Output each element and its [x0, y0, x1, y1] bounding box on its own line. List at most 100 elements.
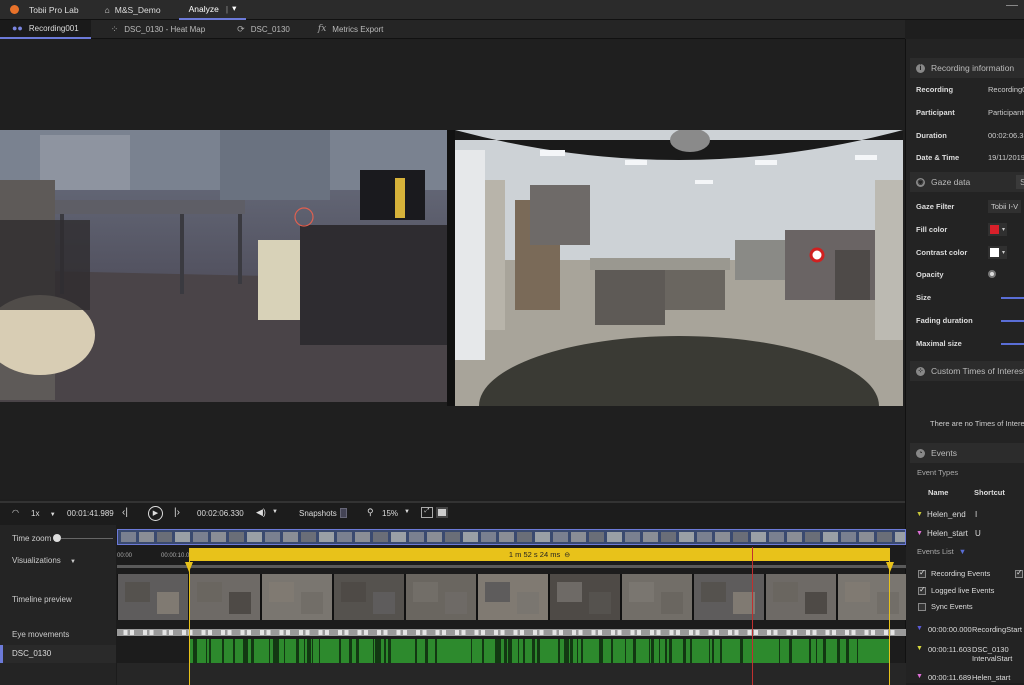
dsc0130-track-label[interactable]: DSC_0130	[0, 645, 116, 663]
eye-movement-mark	[396, 630, 401, 635]
snapshots-button[interactable]: Snapshots	[299, 509, 337, 518]
search-icon[interactable]: ⚲	[367, 507, 374, 518]
overview-thumbnail	[247, 532, 262, 542]
opacity-slider-handle[interactable]	[988, 270, 996, 278]
eye-movement-mark	[461, 630, 466, 635]
saccade-mark	[425, 639, 428, 663]
video-area	[0, 39, 905, 499]
fullscreen-icon[interactable]	[436, 507, 448, 518]
tab-metrics-export[interactable]: fx Metrics Export	[306, 20, 396, 39]
eye-movement-mark	[130, 630, 134, 635]
gaze-data-header[interactable]: ◉ Gaze data S	[910, 172, 1024, 192]
checkbox[interactable]	[918, 585, 926, 595]
preview-detail	[229, 592, 251, 614]
saccade-mark	[222, 639, 224, 663]
saccade-mark	[652, 639, 654, 663]
filter-sync-events[interactable]: Sync Events	[918, 602, 973, 611]
maximal-size-slider[interactable]	[1001, 343, 1024, 345]
saccade-mark	[339, 639, 341, 663]
saccade-mark	[633, 639, 636, 663]
setting-label: Contrast color	[916, 247, 968, 257]
filter-logged-live-events[interactable]: Logged live Events	[918, 585, 994, 595]
volume-icon[interactable]: ◀)	[256, 507, 266, 518]
visualizations-label[interactable]: Visualizations ▼	[12, 556, 76, 565]
analyze-tab[interactable]: Analyze | ▾	[178, 0, 247, 20]
event-name-block: DSC_0130 IntervalStart	[972, 645, 1012, 663]
saccade-mark	[482, 639, 484, 663]
event-type-row[interactable]: ▼ Helen_start U	[916, 526, 1024, 540]
clock-icon: ⊖	[564, 551, 571, 559]
filter-recording-events[interactable]: Recording Events	[918, 568, 990, 578]
speed-select[interactable]: 1x ▼	[31, 509, 56, 518]
eye-movement-mark	[123, 630, 128, 635]
event-type-row[interactable]: ▼ Helen_end I	[916, 507, 1024, 521]
saccade-mark	[194, 639, 197, 663]
saccade-mark	[669, 639, 672, 663]
right-panel: i Recording information Recording Record…	[905, 39, 1024, 683]
tab-dsc0130[interactable]: ⟳ DSC_0130	[225, 20, 302, 39]
tab-heatmap[interactable]: ⁘ DSC_0130 - Heat Map	[99, 20, 217, 39]
eye-movement-mark	[182, 630, 186, 635]
size-slider[interactable]	[1001, 297, 1024, 299]
label-text: Visualizations	[12, 556, 61, 565]
snapshot-icon[interactable]	[340, 508, 347, 518]
gaze-filter-select[interactable]: Tobii I-V	[988, 199, 1022, 213]
section-title: Gaze data	[931, 177, 971, 187]
eye-movement-mark	[442, 630, 446, 635]
checkbox[interactable]	[918, 568, 926, 578]
eye-movement-mark	[143, 630, 147, 635]
snapshot-panorama-image	[455, 130, 903, 406]
overview-thumbnail	[805, 532, 820, 542]
snapshot-image[interactable]	[455, 130, 903, 406]
overview-thumbnail	[823, 532, 838, 542]
chevron-down-icon[interactable]: ▼	[272, 509, 278, 515]
saccade-mark	[823, 639, 826, 663]
overview-thumbnail	[337, 532, 352, 542]
fit-icon[interactable]: ⤢	[421, 507, 433, 518]
step-forward-icon[interactable]: |›	[174, 507, 180, 518]
gaze-settings-tab[interactable]: S	[1016, 175, 1024, 189]
eye-movements-track	[117, 629, 906, 636]
saccade-mark	[269, 639, 270, 663]
step-back-icon[interactable]: ‹|	[122, 507, 128, 518]
events-header[interactable]: ◔ Events	[910, 443, 1024, 463]
saccade-mark	[558, 639, 560, 663]
opacity-row: Opacity	[916, 265, 1024, 283]
checkbox-extra[interactable]	[1015, 568, 1023, 578]
scene-camera-video[interactable]	[0, 130, 447, 402]
saccade-mark	[857, 639, 858, 663]
recording-info-header[interactable]: i Recording information	[910, 58, 1024, 78]
event-list-row[interactable]: ▼ 00:00:11.689 Helen_start	[916, 673, 1010, 682]
chevron-down-icon[interactable]: ▼	[404, 509, 410, 515]
overview-thumbnail	[607, 532, 622, 542]
fill-color-picker[interactable]: ▾	[988, 222, 1008, 236]
saccade-mark	[378, 639, 381, 663]
event-list-row[interactable]: ▼ 00:00:11.603 DSC_0130 IntervalStart	[916, 645, 1012, 663]
fading-duration-slider[interactable]	[1001, 320, 1024, 322]
contrast-color-swatch	[990, 247, 999, 257]
event-list-row[interactable]: ▼ 00:00:00.000 RecordingStart	[916, 625, 1022, 634]
filter-icon[interactable]: ▼	[959, 547, 966, 556]
times-of-interest-header[interactable]: ⁘ Custom Times of Interest	[910, 361, 1024, 381]
play-button[interactable]: ▶	[148, 506, 163, 521]
contrast-color-picker[interactable]: ▾	[988, 245, 1008, 259]
time-zoom-handle[interactable]	[53, 534, 61, 542]
tab-recording001[interactable]: ●● Recording001	[0, 19, 91, 39]
preview-detail	[773, 582, 798, 602]
eye-movement-mark	[247, 630, 251, 635]
info-value: Recording0	[988, 84, 1024, 94]
interval-bar[interactable]: 1 m 52 s 24 ms ⊖	[189, 548, 890, 561]
playhead[interactable]	[752, 547, 753, 685]
speed-icon[interactable]: ◠	[12, 508, 19, 517]
eye-movement-mark	[812, 630, 817, 635]
project-name: M&S_Demo	[114, 4, 161, 15]
overview-strip[interactable]	[117, 529, 910, 545]
saccade-mark	[496, 639, 498, 663]
checkbox[interactable]	[918, 602, 926, 611]
chevron-down-icon[interactable]: ▾	[232, 3, 236, 14]
project-button[interactable]: ⌂ M&S_Demo	[95, 0, 171, 20]
eye-movement-mark	[533, 630, 537, 635]
event-name: DSC_0130	[971, 645, 1009, 654]
saccade-mark	[690, 639, 692, 663]
interval-end-line	[889, 561, 890, 685]
